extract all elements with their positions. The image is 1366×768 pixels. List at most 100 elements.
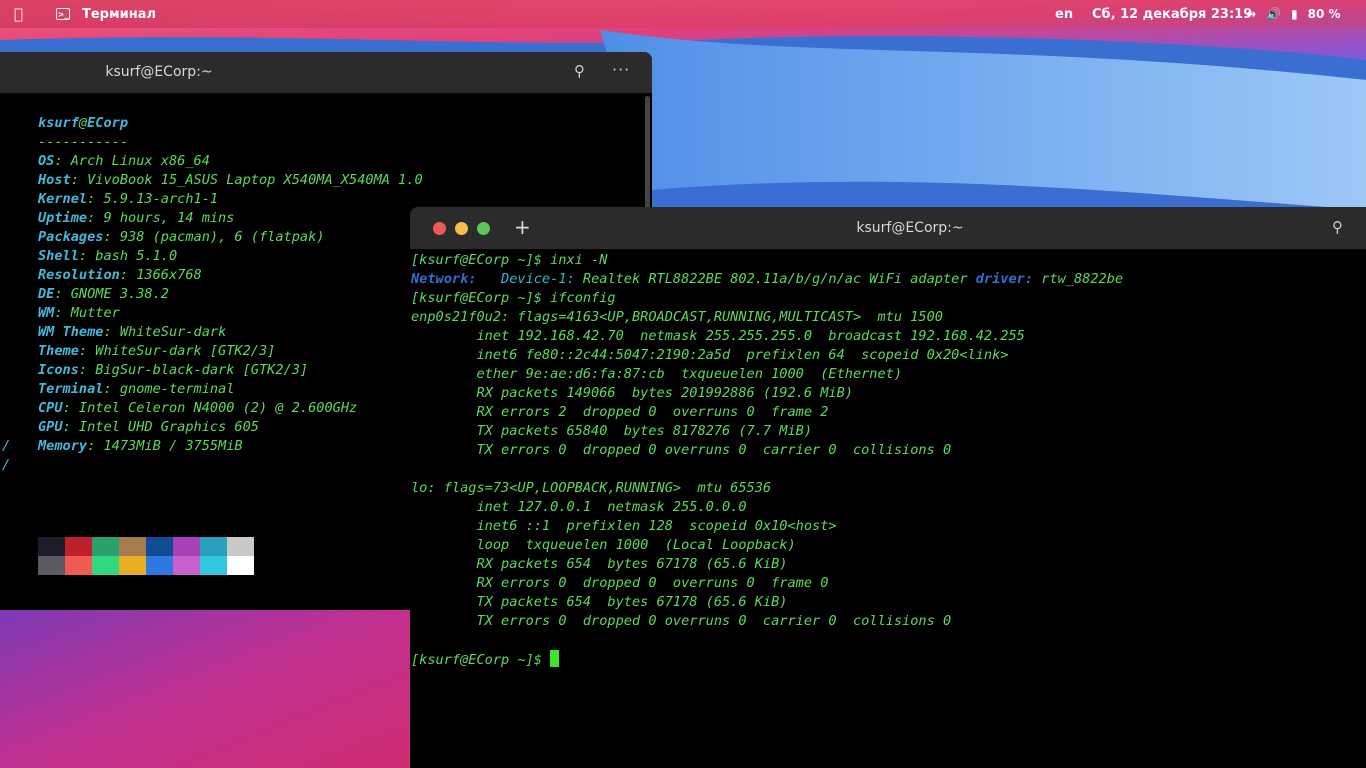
system-status-menu[interactable]: ↔ 🔊 ▮ 80 %: [1246, 0, 1341, 28]
ascii-art-fragment: /: [2, 457, 11, 473]
field-key: Icons: [38, 362, 79, 378]
field-key: Shell: [38, 248, 79, 264]
apple-logo-icon[interactable]: : [14, 0, 23, 28]
field-key: Packages: [38, 229, 104, 245]
ifconfig-output-line: inet6 ::1 prefixlen 128 scopeid 0x10<hos…: [411, 518, 837, 534]
field-key: Theme: [38, 343, 79, 359]
color-swatch: [173, 537, 200, 556]
terminal-header[interactable]: ksurf@ECorp:~ ⚲ ···: [0, 52, 652, 93]
color-swatch: [38, 537, 65, 556]
field-key: Kernel: [38, 191, 88, 207]
color-swatch: [146, 556, 173, 575]
search-icon[interactable]: ⚲: [574, 62, 585, 80]
ifconfig-output-line: TX errors 0 dropped 0 overruns 0 carrier…: [411, 613, 952, 629]
volume-icon: 🔊: [1266, 7, 1282, 21]
field-key: OS: [38, 153, 55, 169]
ifconfig-output-line: [411, 631, 1361, 650]
field-value: 1366x768: [128, 267, 202, 283]
field-colon: :: [62, 400, 71, 416]
field-value: bash 5.1.0: [87, 248, 178, 264]
color-swatch: [146, 537, 173, 556]
battery-percentage: 80 %: [1307, 7, 1341, 21]
field-key: CPU: [38, 400, 63, 416]
window-title: ksurf@ECorp:~: [856, 220, 964, 236]
field-colon: :: [78, 362, 88, 378]
field-key: GPU: [38, 419, 63, 435]
terminal-window-ifconfig[interactable]: + ksurf@ECorp:~ ⚲ [ksurf@ECorp ~]$ inxi …: [410, 207, 1366, 768]
field-colon: :: [103, 324, 112, 340]
ifconfig-output-line: RX errors 0 dropped 0 overruns 0 frame 0: [411, 575, 829, 591]
ifconfig-output-line: RX packets 149066 bytes 201992886 (192.6…: [411, 385, 853, 401]
field-value: WhiteSur-dark [GTK2/3]: [87, 343, 276, 359]
ifconfig-output-line: TX packets 65840 bytes 8178276 (7.7 MiB): [411, 423, 813, 439]
color-swatch: [227, 537, 254, 556]
text-cursor: [550, 650, 560, 667]
color-swatch: [173, 556, 200, 575]
top-bar:  >_ Терминал en Сб, 12 декабря 23:19 ↔ …: [0, 0, 1366, 28]
color-swatch: [38, 556, 65, 575]
field-value: 5.9.13-arch1-1: [95, 191, 219, 207]
field-colon: :: [103, 381, 112, 397]
keyboard-layout-indicator[interactable]: en: [1055, 0, 1073, 28]
field-colon: :: [70, 172, 79, 188]
field-key: DE: [38, 286, 55, 302]
ifconfig-output-line: lo: flags=73<UP,LOOPBACK,RUNNING> mtu 65…: [411, 480, 772, 496]
ifconfig-output-line: RX packets 654 bytes 67178 (65.6 KiB): [411, 556, 788, 572]
color-swatch: [65, 556, 92, 575]
search-icon[interactable]: ⚲: [1332, 218, 1343, 236]
field-value: 938 (pacman), 6 (flatpak): [111, 229, 325, 245]
color-swatch: [119, 537, 146, 556]
ifconfig-output-line: inet 127.0.0.1 netmask 255.0.0.0: [411, 499, 747, 515]
color-swatch: [200, 556, 227, 575]
ascii-art-fragment: /: [2, 438, 11, 454]
field-key: Resolution: [38, 267, 120, 283]
color-swatch: [200, 537, 227, 556]
ifconfig-output-line: TX packets 654 bytes 67178 (65.6 KiB): [411, 594, 788, 610]
ifconfig-output-line: [411, 460, 1361, 479]
ifconfig-output-line: ether 9e:ae:d6:fa:87:cb txqueuelen 1000 …: [411, 366, 903, 382]
field-colon: :: [78, 248, 88, 264]
field-key: Host: [38, 172, 71, 188]
field-key: WM: [38, 305, 55, 321]
field-value: Intel UHD Graphics 605: [70, 419, 259, 435]
ifconfig-output-line: inet6 fe80::2c44:5047:2190:2a5d prefixle…: [411, 347, 1009, 363]
ifconfig-output-line: TX errors 0 dropped 0 overruns 0 carrier…: [411, 442, 952, 458]
neofetch-field: OS: Arch Linux x86_64: [0, 152, 640, 171]
battery-icon: ▮: [1291, 7, 1298, 21]
user-host-line: ksurf@ECorp: [38, 115, 129, 131]
active-prompt[interactable]: [ksurf@ECorp ~]$: [411, 650, 1361, 669]
field-key: Memory: [38, 438, 88, 454]
active-app-menu[interactable]: >_ Терминал: [56, 0, 156, 28]
field-value: Intel Celeron N4000 (2) @ 2.600GHz: [70, 400, 358, 416]
separator-line: -----------: [38, 134, 129, 150]
color-swatch: [92, 556, 119, 575]
neofetch-field: Host: VivoBook 15_ASUS Laptop X540MA_X54…: [0, 171, 640, 190]
field-value: BigSur-black-dark [GTK2/3]: [87, 362, 309, 378]
terminal-output: [ksurf@ECorp ~]$ inxi -N Network: Device…: [411, 251, 1361, 669]
color-swatch: [119, 556, 146, 575]
field-value: 1473MiB / 3755MiB: [95, 438, 243, 454]
window-title: ksurf@ECorp:~: [105, 64, 213, 80]
field-colon: :: [54, 286, 63, 302]
field-value: GNOME 3.38.2: [62, 286, 169, 302]
field-colon: :: [62, 419, 71, 435]
terminal-header[interactable]: + ksurf@ECorp:~ ⚲: [410, 207, 1366, 249]
field-value: 9 hours, 14 mins: [95, 210, 235, 226]
active-app-name: Терминал: [82, 6, 157, 22]
field-colon: :: [54, 153, 63, 169]
field-colon: :: [78, 343, 88, 359]
command-line: [ksurf@ECorp ~]$ inxi -N: [411, 252, 608, 268]
field-key: WM Theme: [38, 324, 104, 340]
terminal-icon: >_: [56, 8, 70, 20]
color-swatch: [227, 556, 254, 575]
field-key: Uptime: [38, 210, 88, 226]
network-icon: ↔: [1246, 7, 1257, 21]
ifconfig-output-line: loop txqueuelen 1000 (Local Loopback): [411, 537, 796, 553]
more-menu-icon[interactable]: ···: [612, 60, 630, 79]
color-palette: [38, 537, 254, 575]
field-value: Mutter: [62, 305, 120, 321]
field-colon: :: [119, 267, 129, 283]
inxi-output-line: Network: Device-1: Realtek RTL8822BE 802…: [411, 271, 1124, 287]
clock[interactable]: Сб, 12 декабря 23:19: [1092, 0, 1252, 28]
command-line: [ksurf@ECorp ~]$ ifconfig: [411, 290, 616, 306]
